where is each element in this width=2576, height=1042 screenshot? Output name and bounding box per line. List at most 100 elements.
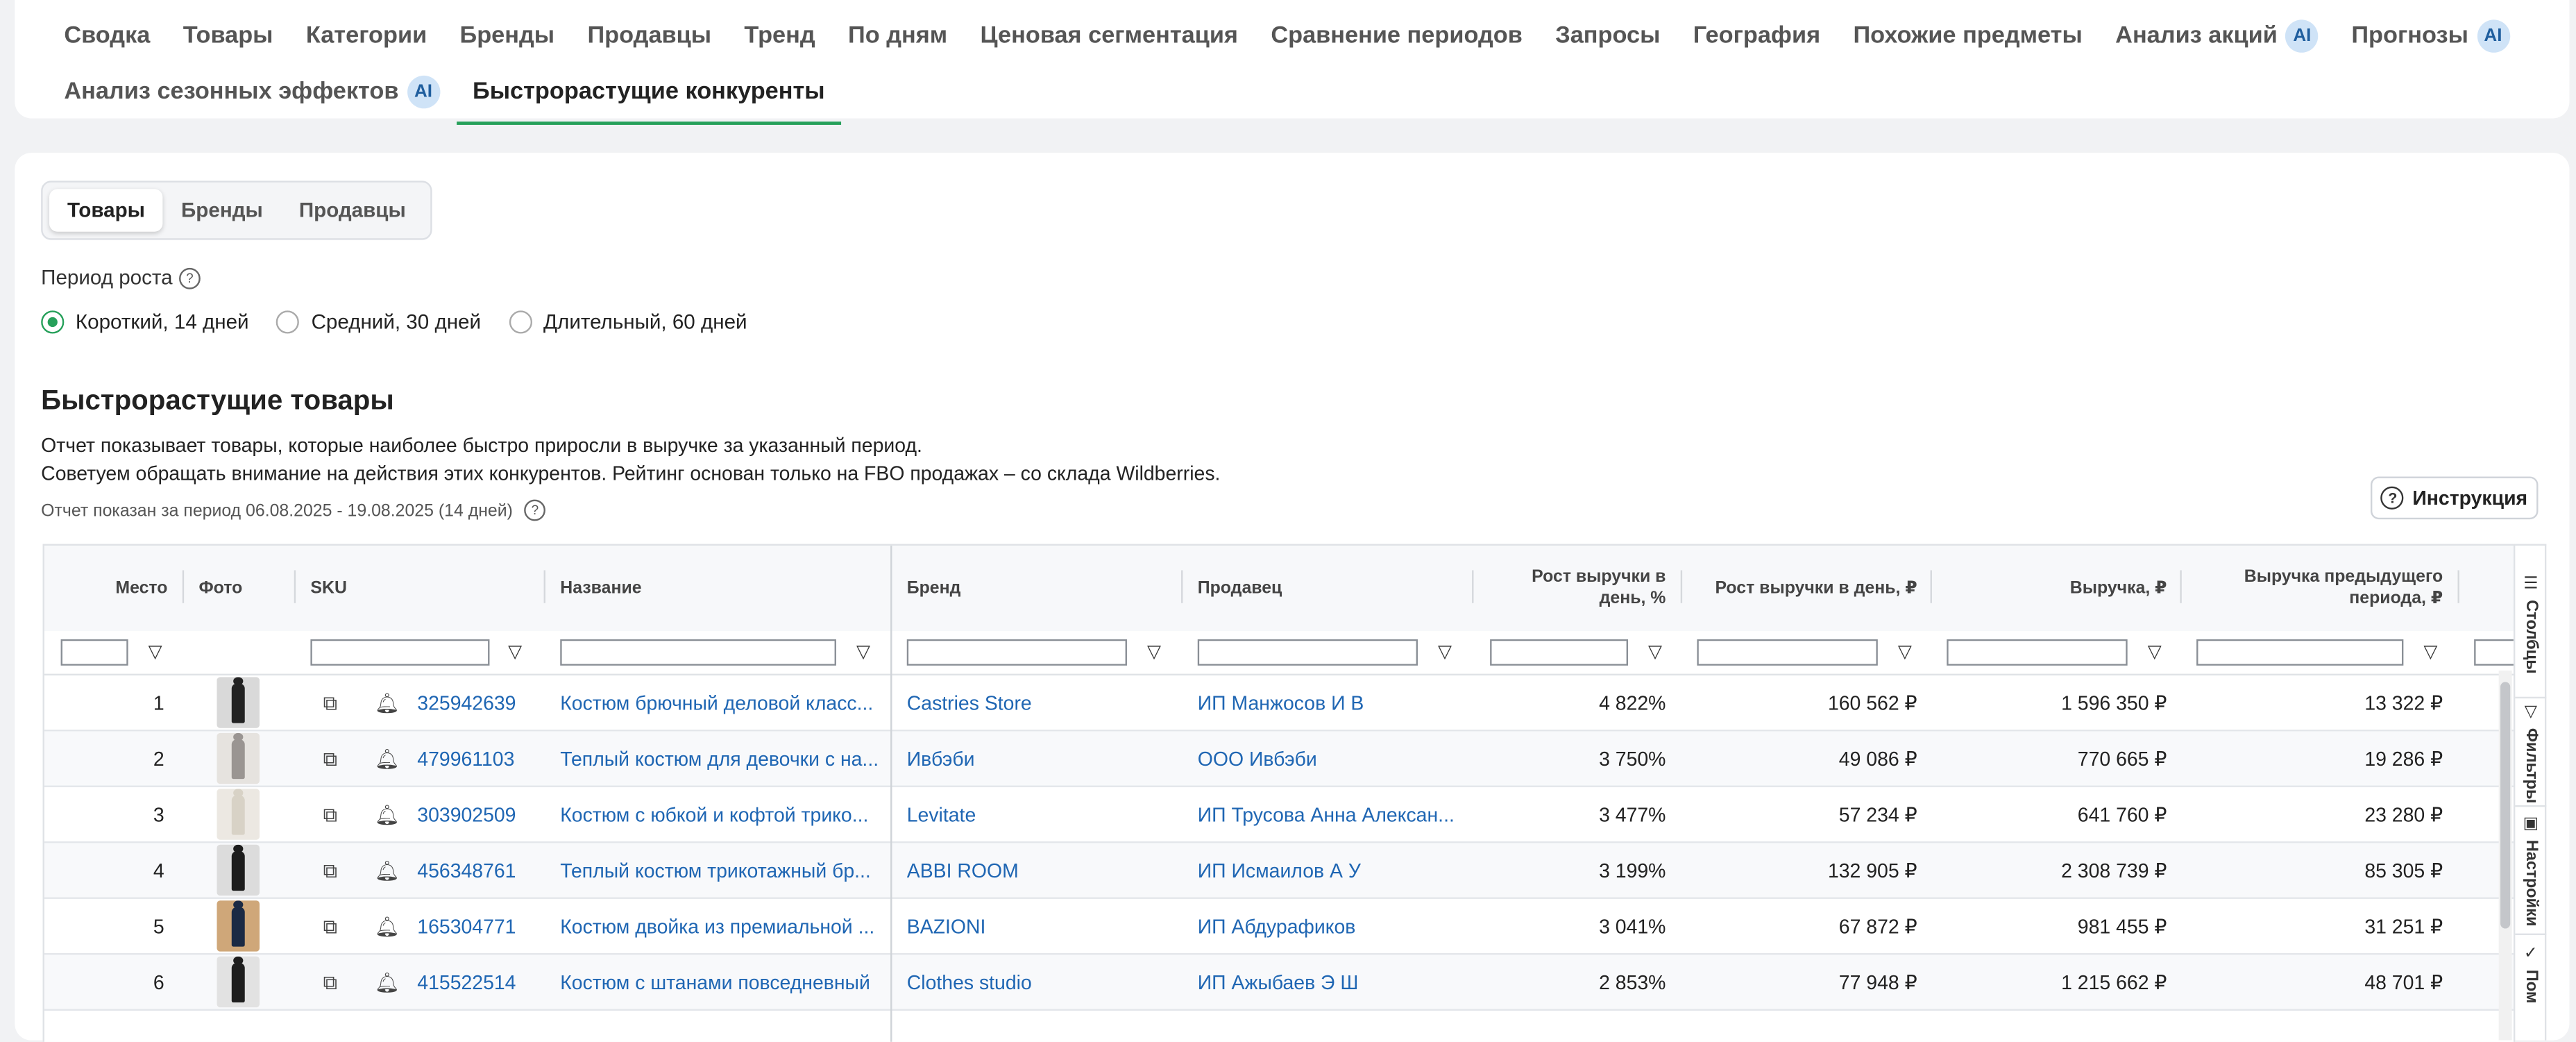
bell-icon[interactable]: 🔔︎ [375,691,400,714]
cell-photo[interactable] [217,787,266,841]
col-header-growth-rub[interactable]: Рост выручки в день, ₽ [1682,546,1932,631]
help-icon[interactable]: ? [179,267,201,289]
side-tab-help[interactable]: ✓ Пом [2515,945,2546,1042]
report-tab[interactable]: Запросы [1555,18,1660,54]
cell-notify[interactable]: 🔔︎ [375,843,407,897]
brand-link[interactable]: Levitate [907,787,1170,841]
table-row[interactable]: 3 ⧉ 🔔︎ 303902509 Костюм с юбкой и кофтой три… [44,787,2514,843]
filter-icon[interactable]: ▽ [1145,641,1163,664]
col-header-sku[interactable]: SKU [296,546,545,631]
filter-input-next[interactable] [2474,639,2514,666]
segment-products[interactable]: Товары [49,189,163,232]
col-header-growth-pct[interactable]: Рост выручки в день, % [1473,546,1680,631]
product-name-link[interactable]: Костюм брючный деловой класс... [560,675,881,730]
seller-link[interactable]: ИП Исмаилов А У [1198,843,1461,897]
sku-link[interactable]: 325942639 [417,675,542,730]
filter-input-growth-pct[interactable] [1490,639,1628,666]
bell-icon[interactable]: 🔔︎ [375,970,400,993]
filter-input-place[interactable] [60,639,128,666]
copy-icon[interactable]: ⧉ [319,802,341,825]
product-name-link[interactable]: Костюм с юбкой и кофтой трико... [560,787,881,841]
cell-copy[interactable]: ⧉ [319,731,351,785]
col-header-revenue[interactable]: Выручка, ₽ [1932,546,2182,631]
cell-notify[interactable]: 🔔︎ [375,787,407,841]
radio-empty-icon[interactable] [276,310,300,334]
copy-icon[interactable]: ⧉ [319,859,341,882]
seller-link[interactable]: ИП Абдурафиков [1198,899,1461,953]
filter-input-sku[interactable] [310,639,490,666]
filter-icon[interactable]: ▽ [854,641,872,664]
seller-link[interactable]: ИП Трусова Анна Алексан... [1198,787,1461,841]
report-tab[interactable]: Анализ сезонных эффектов AI [64,74,440,110]
table-row[interactable]: 5 ⧉ 🔔︎ 165304771 Костюм двойка из премиально… [44,898,2514,955]
report-tab[interactable]: Ценовая сегментация [981,18,1238,54]
report-tab[interactable]: Категории [306,18,427,54]
side-tab-columns[interactable]: ☰ Столбцы [2515,575,2546,691]
side-tab-settings[interactable]: ▣ Настройки [2515,815,2546,936]
filter-icon[interactable]: ▽ [506,641,524,664]
filter-icon[interactable]: ▽ [146,641,164,664]
cell-copy[interactable]: ⧉ [319,787,351,841]
sku-link[interactable]: 479961103 [417,731,542,785]
copy-icon[interactable]: ⧉ [319,747,341,770]
report-tab[interactable]: География [1693,18,1820,54]
scrollbar-thumb[interactable] [2500,682,2511,929]
copy-icon[interactable]: ⧉ [319,691,341,714]
report-tab[interactable]: По дням [848,18,947,54]
report-tab[interactable]: Сравнение периодов [1271,18,1523,54]
cell-notify[interactable]: 🔔︎ [375,675,407,730]
instruction-button[interactable]: ? Инструкция [2371,476,2539,520]
help-icon[interactable]: ? [524,499,546,521]
period-option-medium[interactable]: Средний, 30 дней [276,310,481,334]
cell-photo[interactable] [217,731,266,785]
cell-copy[interactable]: ⧉ [319,899,351,953]
report-tab[interactable]: Сводка [64,18,150,54]
cell-photo[interactable] [217,675,266,730]
report-tab[interactable]: Быстрорастущие конкуренты [456,74,842,125]
filter-icon[interactable]: ▽ [1896,641,1914,664]
table-row[interactable]: 6 ⧉ 🔔︎ 415522514 Костюм с штанами повседневн… [44,955,2514,1011]
bell-icon[interactable]: 🔔︎ [375,859,400,882]
brand-link[interactable]: BAZIONI [907,899,1170,953]
cell-notify[interactable]: 🔔︎ [375,731,407,785]
filter-input-revenue[interactable] [1947,639,2128,666]
product-name-link[interactable]: Теплый костюм трикотажный бр... [560,843,881,897]
filter-input-name[interactable] [560,639,836,666]
report-tab[interactable]: Похожие предметы [1853,18,2082,54]
product-name-link[interactable]: Теплый костюм для девочки с на... [560,731,881,785]
filter-icon[interactable]: ▽ [1646,641,1664,664]
segment-brands[interactable]: Бренды [163,189,281,232]
copy-icon[interactable]: ⧉ [319,970,341,993]
period-option-long[interactable]: Длительный, 60 дней [509,310,747,334]
col-header-photo[interactable]: Фото [184,546,292,631]
product-name-link[interactable]: Костюм двойка из премиальной ... [560,899,881,953]
cell-photo[interactable] [217,843,266,897]
radio-empty-icon[interactable] [509,310,532,334]
product-name-link[interactable]: Костюм с штанами повседневный [560,955,881,1009]
col-header-prev-revenue[interactable]: Выручка предыдущего периода, ₽ [2182,546,2458,631]
product-photo[interactable] [217,732,260,784]
table-row[interactable]: 1 ⧉ 🔔︎ 325942639 Костюм брючный деловой клас… [44,675,2514,732]
bell-icon[interactable]: 🔔︎ [375,914,400,937]
report-tab[interactable]: Товары [183,18,273,54]
cell-photo[interactable] [217,899,266,953]
sku-link[interactable]: 165304771 [417,899,542,953]
seller-link[interactable]: ИП Ажыбаев Э Ш [1198,955,1461,1009]
sku-link[interactable]: 303902509 [417,787,542,841]
seller-link[interactable]: ИП Манжосов И В [1198,675,1461,730]
filter-input-brand[interactable] [906,639,1127,666]
brand-link[interactable]: Clothes studio [907,955,1170,1009]
bell-icon[interactable]: 🔔︎ [375,747,400,770]
report-tab[interactable]: Продавцы [587,18,711,54]
col-header-brand[interactable]: Бренд [892,546,1181,631]
cell-photo[interactable] [217,955,266,1009]
product-photo[interactable] [217,844,260,896]
segment-sellers[interactable]: Продавцы [281,189,424,232]
filter-icon[interactable]: ▽ [2421,641,2439,664]
report-tab[interactable]: Анализ акций AI [2115,18,2319,54]
product-photo[interactable] [217,900,260,952]
radio-selected-icon[interactable] [41,310,65,334]
product-photo[interactable] [217,956,260,1008]
brand-link[interactable]: Ивбэби [907,731,1170,785]
seller-link[interactable]: ООО Ивбэби [1198,731,1461,785]
